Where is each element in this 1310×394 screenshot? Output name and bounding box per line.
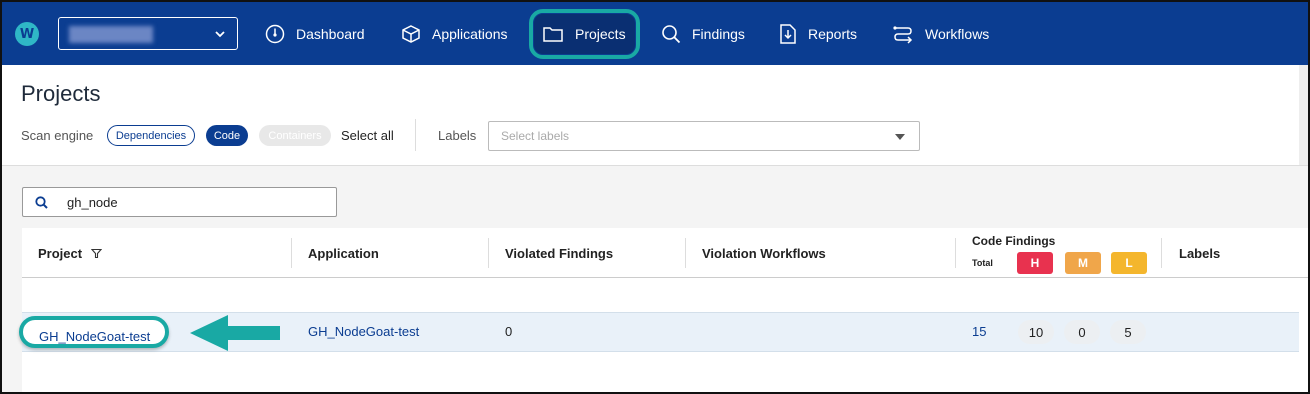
dashboard-gauge-icon [265,24,285,43]
column-divider [488,238,489,268]
code-findings-total-label: Total [972,258,993,268]
arrow-left-callout-icon [190,315,280,351]
search-icon [662,24,681,43]
violated-findings-value: 0 [505,324,513,339]
table-header-divider [22,277,1308,278]
nav-reports[interactable]: Reports [779,2,857,65]
search-icon [35,196,48,209]
severity-low-badge: L [1111,252,1147,274]
severity-high-badge: H [1017,252,1053,274]
column-header-violated-findings[interactable]: Violated Findings [505,228,613,278]
nav-reports-label: Reports [808,25,858,42]
app-logo[interactable]: W [15,22,39,46]
column-divider [685,238,686,268]
nav-workflows-label: Workflows [925,25,990,42]
nav-projects-label: Projects [575,25,626,42]
nav-projects[interactable]: Projects [542,2,626,65]
column-divider [291,238,292,268]
column-header-project[interactable]: Project [38,228,103,278]
chip-code[interactable]: Code [206,125,248,146]
folder-icon [543,26,563,42]
column-header-code-findings[interactable]: Code Findings [972,234,1055,248]
chip-dependencies[interactable]: Dependencies [107,125,195,146]
projects-table: Project Application Violated Findings Vi… [19,228,1308,392]
project-link-highlight: GH_NodeGoat-test [19,316,169,348]
column-header-labels[interactable]: Labels [1179,228,1220,278]
app-window: W Dashboard Applications Projects Findin… [0,0,1310,394]
nav-workflows[interactable]: Workflows [892,2,989,65]
application-name-link[interactable]: GH_NodeGoat-test [308,324,419,339]
code-findings-low-value[interactable]: 5 [1110,320,1146,344]
code-findings-medium-value[interactable]: 0 [1064,320,1100,344]
select-all-link[interactable]: Select all [341,128,394,143]
column-divider [1161,238,1162,268]
nav-applications-label: Applications [432,25,508,42]
nav-findings-label: Findings [692,25,745,42]
column-header-project-label: Project [38,245,83,261]
page-title: Projects [21,81,101,106]
code-findings-high-value[interactable]: 10 [1018,320,1054,344]
nav-findings[interactable]: Findings [661,2,745,65]
caret-down-icon [895,134,905,140]
nav-dashboard-label: Dashboard [296,25,365,42]
workflow-icon [893,25,913,44]
severity-medium-badge: M [1065,252,1101,274]
search-input[interactable]: gh_node [22,187,337,217]
column-header-application[interactable]: Application [308,228,379,278]
filter-divider [415,119,416,151]
labels-filter-label: Labels [438,128,477,143]
chip-containers[interactable]: Containers [259,125,331,146]
organization-name-redacted [69,26,153,43]
organization-select[interactable] [58,17,238,50]
labels-placeholder: Select labels [501,129,570,143]
report-download-icon [780,23,796,44]
column-divider [955,238,956,268]
cube-icon [402,24,420,43]
column-header-violation-workflows[interactable]: Violation Workflows [702,228,826,278]
search-input-value: gh_node [67,195,118,210]
top-nav: W Dashboard Applications Projects Findin… [2,2,1308,65]
chevron-down-icon [215,31,225,38]
nav-applications[interactable]: Applications [401,2,508,65]
code-findings-total-value[interactable]: 15 [972,324,986,339]
labels-select[interactable]: Select labels [488,121,920,151]
nav-dashboard[interactable]: Dashboard [265,2,365,65]
project-name-link[interactable]: GH_NodeGoat-test [39,329,150,344]
filter-icon[interactable] [91,248,103,259]
scan-engine-label: Scan engine [21,128,94,143]
